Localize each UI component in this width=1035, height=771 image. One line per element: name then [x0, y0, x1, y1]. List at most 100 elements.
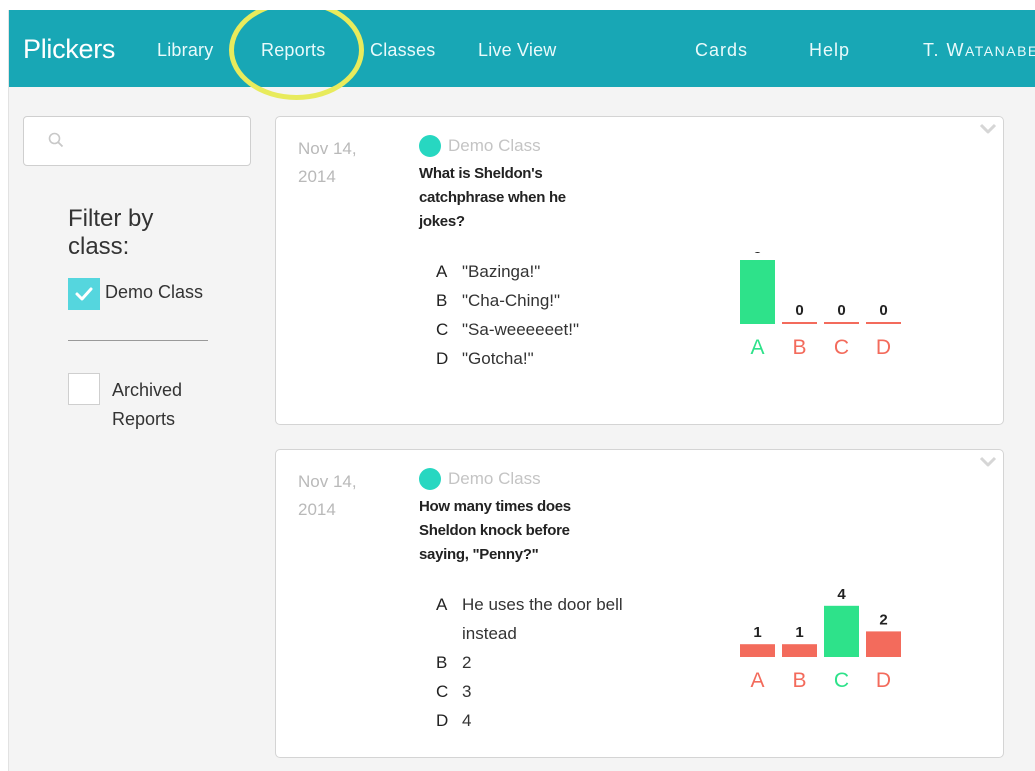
answer-letter: D: [436, 711, 449, 730]
bar-value-label: 0: [879, 302, 887, 319]
report-date: Nov 14, 2014: [298, 135, 388, 191]
answer-option: A He uses the door bell: [436, 590, 623, 619]
bar-d: [866, 322, 901, 324]
category-label: B: [792, 669, 806, 692]
nav-classes[interactable]: Classes: [370, 40, 435, 61]
top-nav: Plickers Library Reports Classes Live Vi…: [9, 10, 1035, 100]
bar-chart-svg: 1 A 1 B 4 C 2 D: [740, 586, 901, 692]
answer-text: 4: [462, 711, 472, 730]
nav-cards[interactable]: Cards: [695, 40, 748, 61]
bar-c: [824, 322, 859, 324]
user-menu[interactable]: T. WATANABE: [923, 40, 1035, 61]
app-frame: Plickers Library Reports Classes Live Vi…: [8, 10, 1035, 771]
bar-chart-svg: 5 A 0 B 0 C 0 D: [740, 240, 901, 359]
answer-letter: B: [436, 653, 448, 672]
answer-option: B2: [436, 648, 471, 677]
bar-b: [782, 644, 817, 657]
category-label: C: [834, 669, 849, 692]
report-question: What is Sheldon's catchphrase when he jo…: [419, 162, 609, 234]
report-class-name: Demo Class: [448, 136, 541, 155]
answer-option: A "Bazinga!": [436, 257, 540, 286]
answer-letter: D: [436, 349, 449, 368]
checkmark-icon: [75, 287, 93, 301]
bar-d: [866, 631, 901, 657]
bar-value-label: 1: [795, 624, 803, 641]
answer-letter: A: [436, 595, 448, 614]
question-line: jokes?: [419, 213, 465, 230]
answer-letter: C: [436, 682, 449, 701]
answer-text: "Bazinga!": [462, 262, 541, 281]
bar-value-label: 5: [753, 252, 761, 257]
answer-option: D "Gotcha!": [436, 344, 534, 373]
answer-text: "Gotcha!": [462, 349, 534, 368]
category-label: A: [750, 669, 764, 692]
report-date-line2: 2014: [298, 500, 336, 519]
demo-class-checkbox[interactable]: [68, 278, 100, 310]
answer-letter: C: [436, 320, 449, 339]
search-input[interactable]: [70, 127, 240, 157]
report-date-line1: Nov 14,: [298, 472, 357, 491]
chevron-down-icon[interactable]: [979, 123, 997, 135]
report-card[interactable]: Nov 14, 2014 Demo Class What is Sheldon'…: [275, 116, 1004, 425]
brand-logo[interactable]: Plickers: [23, 34, 115, 65]
class-color-dot: [419, 135, 441, 157]
report-date-line1: Nov 14,: [298, 139, 357, 158]
nav-reports[interactable]: Reports: [261, 40, 325, 61]
nav-help[interactable]: Help: [809, 40, 850, 61]
answer-option: instead: [436, 619, 517, 648]
answer-letter: B: [436, 291, 448, 310]
class-color-dot: [419, 468, 441, 490]
answer-text: "Cha-Ching!": [462, 291, 561, 310]
question-line: How many times does: [419, 498, 571, 515]
question-line: catchphrase when he: [419, 189, 566, 206]
bar-value-label: 0: [837, 302, 845, 319]
filter-title-line1: Filter by: [68, 205, 154, 232]
answer-option: D4: [436, 706, 471, 735]
answer-option: C3: [436, 677, 471, 706]
answer-text: "Sa-weeeeeet!": [462, 320, 579, 339]
search-icon: [48, 132, 64, 148]
chevron-down-icon[interactable]: [979, 456, 997, 468]
answer-text: 3: [462, 682, 472, 701]
answer-text: He uses the door bell: [462, 595, 623, 614]
bar-value-label: 1: [753, 624, 761, 641]
search-box[interactable]: [23, 116, 251, 166]
bar-b: [782, 322, 817, 324]
bar-value-label: 0: [795, 302, 803, 319]
category-label: B: [792, 336, 806, 359]
report-date: Nov 14, 2014: [298, 468, 388, 524]
answer-letter: A: [436, 262, 448, 281]
report-class-name: Demo Class: [448, 469, 541, 488]
bar-value-label: 4: [837, 586, 846, 603]
category-label: D: [876, 336, 891, 359]
answer-text: instead: [462, 624, 517, 643]
bar-a: [740, 644, 775, 657]
filter-title-line2: class:: [68, 233, 130, 260]
bar-a: [740, 260, 775, 324]
archived-label-line1: Archived: [112, 380, 183, 400]
archived-reports-checkbox[interactable]: [68, 373, 100, 405]
report-card[interactable]: Nov 14, 2014 Demo Class How many times d…: [275, 449, 1004, 758]
nav-live-view[interactable]: Live View: [478, 40, 557, 61]
archived-reports-label[interactable]: Archived Reports: [112, 376, 182, 434]
report-question: How many times does Sheldon knock before…: [419, 495, 609, 567]
question-line: saying, "Penny?": [419, 546, 539, 563]
question-line: What is Sheldon's: [419, 165, 543, 182]
category-label: C: [834, 336, 849, 359]
response-chart: 1 A 1 B 4 C 2 D: [732, 585, 912, 710]
answer-option: C "Sa-weeeeeet!": [436, 315, 579, 344]
category-label: A: [750, 336, 764, 359]
response-chart: 5 A 0 B 0 C 0 D: [732, 240, 912, 377]
user-name-initial: T. W: [923, 40, 965, 60]
sidebar-divider: [68, 340, 208, 341]
bar-c: [824, 605, 859, 657]
nav-library[interactable]: Library: [157, 40, 213, 61]
filter-title: Filter by class:: [68, 205, 188, 261]
user-name-rest: ATANABE: [965, 43, 1035, 59]
demo-class-label[interactable]: Demo Class: [105, 282, 203, 303]
archived-label-line2: Reports: [112, 409, 176, 429]
category-label: D: [876, 669, 891, 692]
answer-option: B "Cha-Ching!": [436, 286, 560, 315]
bar-value-label: 2: [879, 611, 887, 628]
report-date-line2: 2014: [298, 167, 336, 186]
